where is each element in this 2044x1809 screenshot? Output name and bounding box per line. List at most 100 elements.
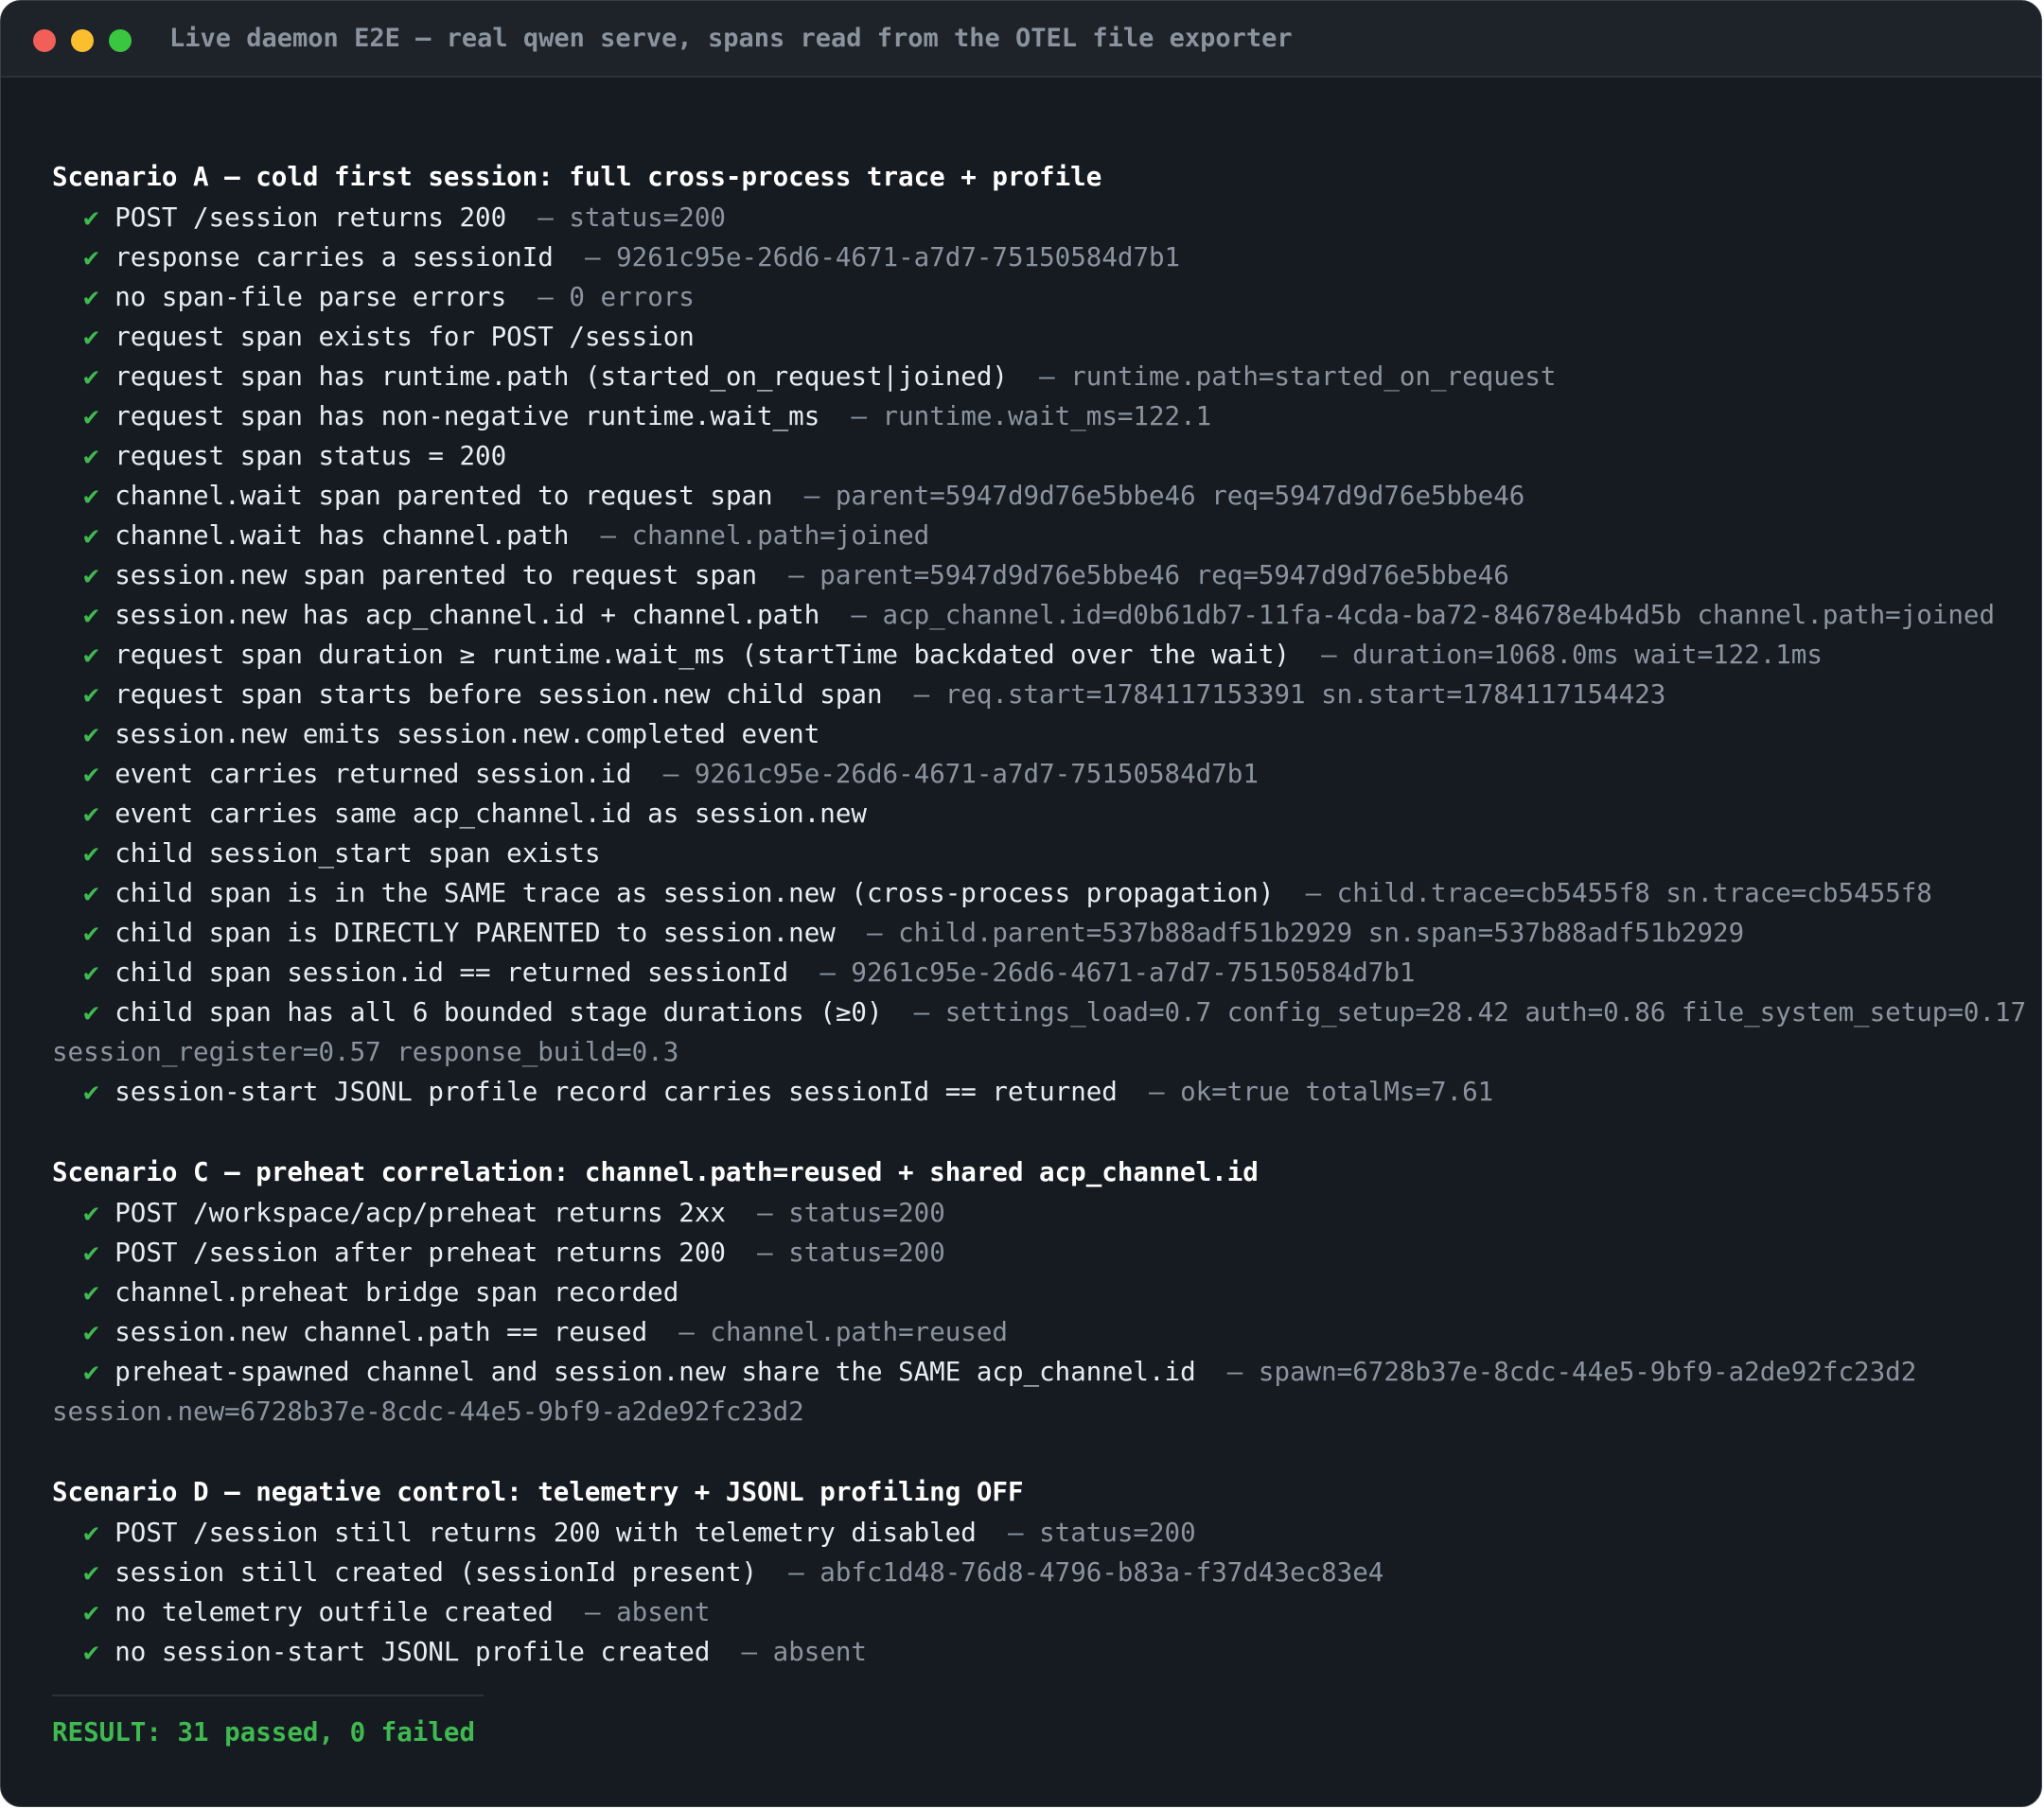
title-bar: Live daemon E2E — real qwen serve, spans… (1, 1, 2041, 78)
check-text: request span exists for POST /session (115, 322, 695, 352)
check-detail-continuation: session.new=6728b37e-8cdc-44e5-9bf9-a2de… (52, 1396, 804, 1427)
check-detail: — req.start=1784117153391 sn.start=17841… (913, 679, 1666, 710)
result-summary: RESULT: 31 passed, 0 failed (52, 1717, 476, 1748)
minimize-button[interactable] (71, 29, 94, 52)
check-mark-icon: ✔ (83, 202, 99, 233)
maximize-button[interactable] (109, 29, 132, 52)
check-detail: — absent (584, 1597, 711, 1627)
close-button[interactable] (33, 29, 56, 52)
check-mark-icon: ✔ (83, 401, 99, 431)
check-detail: — absent (741, 1637, 867, 1667)
check-line: ✔ channel.wait span parented to request … (52, 476, 2013, 516)
window-title: Live daemon E2E — real qwen serve, spans… (169, 24, 1293, 53)
scenario-heading: Scenario C — preheat correlation: channe… (52, 1157, 1259, 1187)
check-mark-icon: ✔ (83, 640, 99, 670)
check-line: ✔ session.new emits session.new.complete… (52, 714, 2013, 754)
check-text: no telemetry outfile created (115, 1597, 554, 1627)
check-line: ✔ child span has all 6 bounded stage dur… (52, 992, 2026, 1032)
check-detail-continuation: session_register=0.57 response_build=0.3 (52, 1037, 679, 1067)
check-detail: — duration=1068.0ms wait=122.1ms (1321, 640, 1823, 670)
check-text: channel.wait span parented to request sp… (115, 481, 773, 511)
check-text: session-start JSONL profile record carri… (115, 1077, 1118, 1107)
check-text: session still created (sessionId present… (115, 1557, 758, 1588)
check-text: session.new channel.path == reused (115, 1317, 648, 1347)
check-mark-icon: ✔ (83, 1198, 99, 1228)
check-mark-icon: ✔ (83, 1077, 99, 1107)
check-mark-icon: ✔ (83, 1557, 99, 1588)
check-text: request span starts before session.new c… (115, 679, 883, 710)
check-text: event carries same acp_channel.id as ses… (115, 799, 867, 829)
check-line: ✔ response carries a sessionId — 9261c95… (52, 237, 2013, 277)
check-detail: — status=200 (1007, 1518, 1196, 1548)
check-mark-icon: ✔ (83, 997, 99, 1027)
check-mark-icon: ✔ (83, 282, 99, 312)
scenario-heading: Scenario D — negative control: telemetry… (52, 1477, 1024, 1507)
check-line: ✔ event carries same acp_channel.id as s… (52, 794, 2013, 834)
check-text: child span session.id == returned sessio… (115, 957, 789, 988)
check-line: ✔ no telemetry outfile created — absent (52, 1592, 2013, 1632)
check-detail: — runtime.path=started_on_request (1039, 361, 1557, 392)
check-detail: — child.parent=537b88adf51b2929 sn.span=… (866, 918, 1745, 948)
check-line: ✔ POST /session returns 200 — status=200 (52, 198, 2013, 237)
check-line: ✔ session.new has acp_channel.id + chann… (52, 595, 2013, 635)
check-mark-icon: ✔ (83, 481, 99, 511)
check-detail: — 9261c95e-26d6-4671-a7d7-75150584d7b1 (662, 759, 1259, 789)
check-mark-icon: ✔ (83, 1317, 99, 1347)
check-text: child span is DIRECTLY PARENTED to sessi… (115, 918, 836, 948)
check-text: child span is in the SAME trace as sessi… (115, 878, 1275, 908)
check-line: ✔ POST /session still returns 200 with t… (52, 1513, 2013, 1553)
check-detail: — parent=5947d9d76e5bbe46 req=5947d9d76e… (788, 560, 1509, 590)
check-line: ✔ request span starts before session.new… (52, 675, 2013, 714)
check-mark-icon: ✔ (83, 1238, 99, 1268)
scenario-heading: Scenario A — cold first session: full cr… (52, 162, 1102, 192)
result-divider (52, 1695, 484, 1696)
check-mark-icon: ✔ (83, 242, 99, 272)
check-mark-icon: ✔ (83, 1597, 99, 1627)
check-line: ✔ POST /session after preheat returns 20… (52, 1233, 2013, 1273)
check-text: no session-start JSONL profile created (115, 1637, 711, 1667)
check-text: channel.preheat bridge span recorded (115, 1277, 679, 1308)
check-text: request span duration ≥ runtime.wait_ms … (115, 640, 1290, 670)
check-detail: — runtime.wait_ms=122.1 (851, 401, 1212, 431)
check-text: POST /session returns 200 (115, 202, 507, 233)
check-line: ✔ request span has non-negative runtime.… (52, 396, 2013, 436)
check-mark-icon: ✔ (83, 1357, 99, 1387)
check-text: channel.wait has channel.path (115, 520, 570, 551)
check-detail: — channel.path=reused (678, 1317, 1008, 1347)
check-line: ✔ child span is in the SAME trace as ses… (52, 873, 2013, 913)
check-mark-icon: ✔ (83, 441, 99, 471)
check-line: ✔ session.new channel.path == reused — c… (52, 1312, 2013, 1352)
check-detail: — 9261c95e-26d6-4671-a7d7-75150584d7b1 (584, 242, 1181, 272)
check-text: POST /workspace/acp/preheat returns 2xx (115, 1198, 726, 1228)
check-line: ✔ session still created (sessionId prese… (52, 1553, 2013, 1592)
check-mark-icon: ✔ (83, 322, 99, 352)
check-detail: — settings_load=0.7 config_setup=28.42 a… (913, 997, 2027, 1027)
check-detail: — parent=5947d9d76e5bbe46 req=5947d9d76e… (803, 481, 1525, 511)
check-mark-icon: ✔ (83, 600, 99, 630)
check-text: preheat-spawned channel and session.new … (115, 1357, 1196, 1387)
check-detail: — acp_channel.id=d0b61db7-11fa-4cda-ba72… (851, 600, 1996, 630)
check-mark-icon: ✔ (83, 878, 99, 908)
check-detail: — ok=true totalMs=7.61 (1148, 1077, 1494, 1107)
check-mark-icon: ✔ (83, 1518, 99, 1548)
check-line: ✔ session-start JSONL profile record car… (52, 1072, 2013, 1112)
check-mark-icon: ✔ (83, 957, 99, 988)
check-line: ✔ no span-file parse errors — 0 errors (52, 277, 2013, 317)
check-text: request span has non-negative runtime.wa… (115, 401, 820, 431)
check-detail: — abfc1d48-76d8-4796-b83a-f37d43ec83e4 (788, 1557, 1384, 1588)
check-detail: — 0 errors (537, 282, 695, 312)
check-line: ✔ request span duration ≥ runtime.wait_m… (52, 635, 2013, 675)
check-detail: — spawn=6728b37e-8cdc-44e5-9bf9-a2de92fc… (1226, 1357, 1917, 1387)
check-text: session.new has acp_channel.id + channel… (115, 600, 820, 630)
check-line: ✔ request span exists for POST /session (52, 317, 2013, 357)
check-line: ✔ event carries returned session.id — 92… (52, 754, 2013, 794)
check-mark-icon: ✔ (83, 918, 99, 948)
terminal-output: Scenario A — cold first session: full cr… (52, 156, 2026, 1753)
check-text: event carries returned session.id (115, 759, 632, 789)
check-detail: — status=200 (537, 202, 726, 233)
check-mark-icon: ✔ (83, 719, 99, 749)
terminal-window: Live daemon E2E — real qwen serve, spans… (0, 0, 2042, 1807)
check-line: ✔ no session-start JSONL profile created… (52, 1632, 2013, 1672)
